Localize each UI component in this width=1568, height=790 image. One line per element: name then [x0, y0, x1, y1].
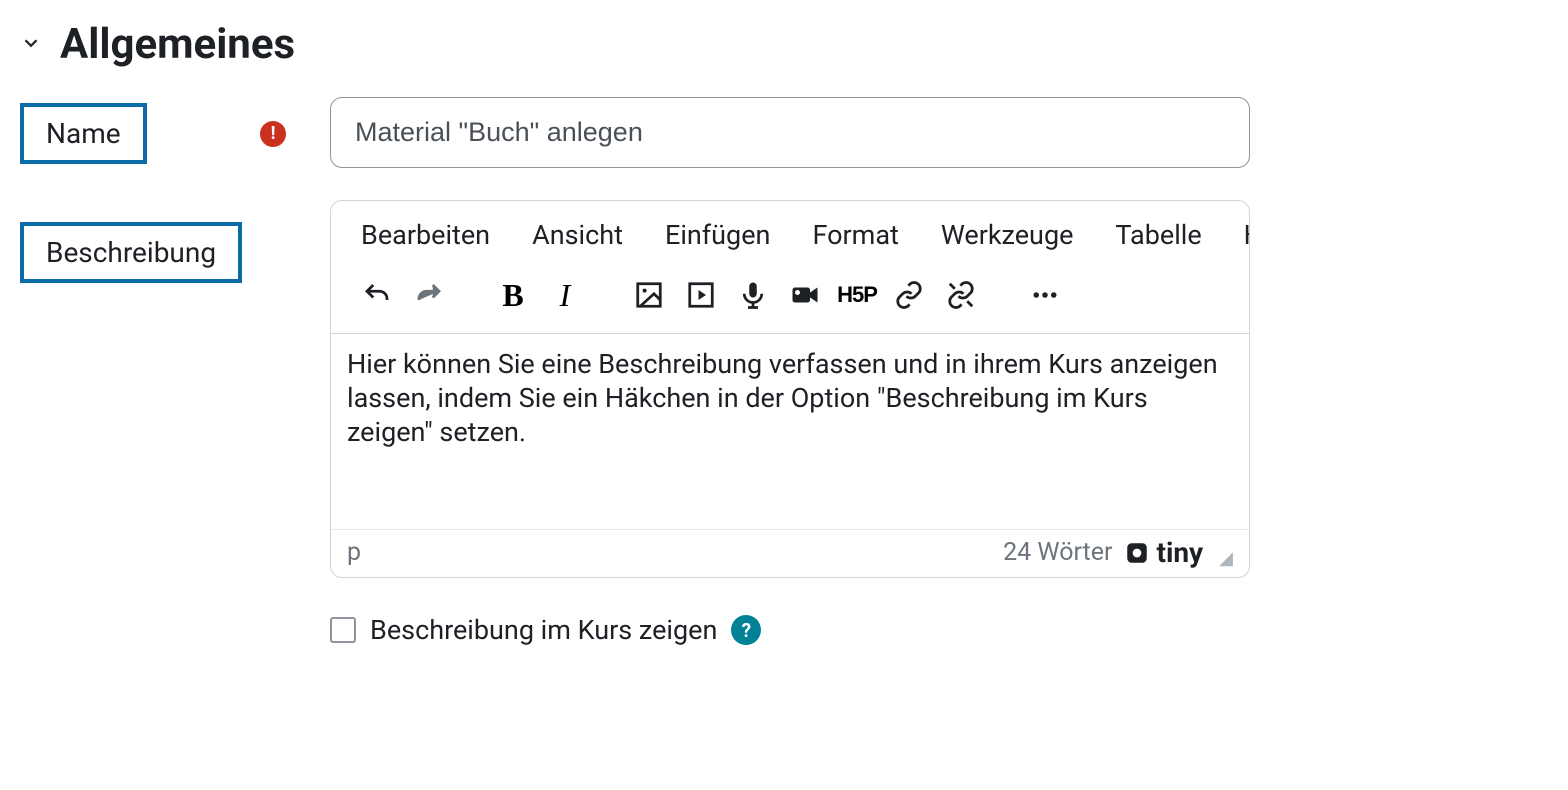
h5p-icon[interactable]: H5P — [835, 273, 879, 317]
description-field-row: Beschreibung Bearbeiten Ansicht Einfügen… — [20, 200, 1548, 646]
record-video-icon[interactable] — [783, 273, 827, 317]
menu-tools[interactable]: Werkzeuge — [941, 219, 1074, 251]
unlink-icon[interactable] — [939, 273, 983, 317]
undo-icon[interactable] — [355, 273, 399, 317]
section-header: Allgemeines — [20, 20, 1548, 69]
word-count: 24 Wörter — [1003, 538, 1112, 567]
name-input[interactable] — [330, 97, 1250, 168]
italic-icon[interactable]: I — [543, 273, 587, 317]
bold-icon[interactable]: B — [491, 273, 535, 317]
editor-toolbar: B I H5P — [331, 265, 1249, 334]
name-control — [330, 97, 1548, 168]
redo-icon[interactable] — [407, 273, 451, 317]
menu-table[interactable]: Tabelle — [1115, 219, 1201, 251]
image-icon[interactable] — [627, 273, 671, 317]
tiny-brand-label: tiny — [1156, 536, 1203, 569]
name-label-col: Name ! — [20, 97, 330, 164]
show-description-row: Beschreibung im Kurs zeigen ? — [330, 614, 1548, 646]
microphone-icon[interactable] — [731, 273, 775, 317]
menu-edit[interactable]: Bearbeiten — [361, 219, 490, 251]
menu-format[interactable]: Format — [812, 219, 898, 251]
video-icon[interactable] — [679, 273, 723, 317]
editor-content[interactable]: Hier können Sie eine Beschreibung verfas… — [331, 334, 1249, 529]
description-label: Beschreibung — [20, 222, 242, 283]
chevron-down-icon[interactable] — [20, 32, 42, 58]
section-title: Allgemeines — [60, 20, 295, 69]
name-field-row: Name ! — [20, 97, 1548, 168]
editor-menubar: Bearbeiten Ansicht Einfügen Format Werkz… — [331, 201, 1249, 265]
help-icon[interactable]: ? — [731, 615, 761, 645]
show-description-label: Beschreibung im Kurs zeigen — [370, 614, 717, 646]
menu-insert[interactable]: Einfügen — [665, 219, 770, 251]
name-label: Name — [20, 103, 147, 164]
menu-view[interactable]: Ansicht — [532, 219, 623, 251]
description-control: Bearbeiten Ansicht Einfügen Format Werkz… — [330, 200, 1548, 646]
more-icon[interactable] — [1023, 273, 1067, 317]
menu-help[interactable]: Hilfe — [1244, 219, 1250, 251]
tiny-brand: tiny — [1124, 536, 1203, 569]
required-icon: ! — [260, 121, 286, 147]
resize-handle-icon[interactable]: ◢ — [1219, 548, 1233, 569]
rich-text-editor: Bearbeiten Ansicht Einfügen Format Werkz… — [330, 200, 1250, 578]
description-label-col: Beschreibung — [20, 200, 330, 283]
editor-statusbar: p 24 Wörter tiny ◢ — [331, 529, 1249, 577]
show-description-checkbox[interactable] — [330, 617, 356, 643]
element-path[interactable]: p — [347, 538, 361, 567]
link-icon[interactable] — [887, 273, 931, 317]
